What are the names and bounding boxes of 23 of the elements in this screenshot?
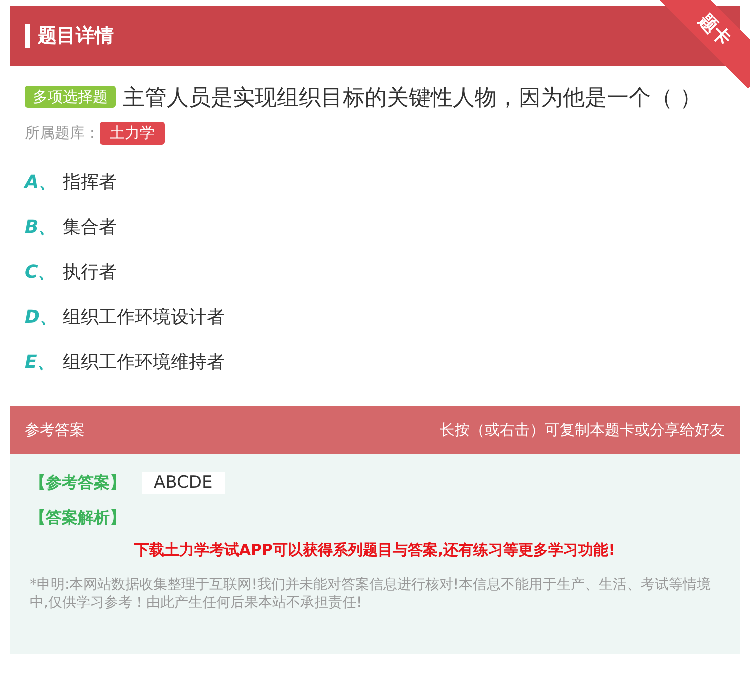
option-text: 执行者 [63, 260, 117, 284]
disclaimer-text: *申明:本网站数据收集整理于互联网!我们并未能对答案信息进行核对!本信息不能用于生产、生活、考试等情境中,仅供学习参考！由此产生任何后果本站不承担责任! [30, 576, 712, 612]
page-title: 题目详情 [38, 24, 114, 49]
option-letter: D、 [25, 306, 53, 328]
option-letter: E、 [25, 350, 53, 374]
bank-tag[interactable]: 土力学 [100, 122, 165, 145]
promo-text: 下载土力学考试APP可以获得系列题目与答案,还有练习等更多学习功能! [133, 541, 617, 560]
option-text: 组织工作环境维持者 [63, 350, 225, 374]
question-text: $^{多项选择题}$ 主管人员是实现组织目标的关键性人物，因为他是一个（ ） [25, 78, 725, 118]
share-hint: 长按（或右击）可复制本题卡或分享给好友 [440, 420, 725, 440]
option-letter: A、 [25, 170, 53, 194]
question-type-badge: 多项选择题 [25, 86, 116, 108]
option-letter: B、 [25, 216, 53, 238]
analysis-label: 【答案解析】 [30, 508, 127, 529]
answer-value: ABCDE [142, 472, 225, 494]
option-text: 组织工作环境设计者 [63, 306, 225, 328]
option-text: 指挥者 [63, 170, 117, 194]
title-marker [25, 24, 30, 48]
bank-label: 所属题库： [25, 124, 100, 143]
answer-label: 【参考答案】 [30, 472, 126, 494]
answer-section-title: 参考答案 [25, 420, 85, 440]
option-letter: C、 [25, 260, 53, 284]
option-text: 集合者 [63, 216, 117, 238]
